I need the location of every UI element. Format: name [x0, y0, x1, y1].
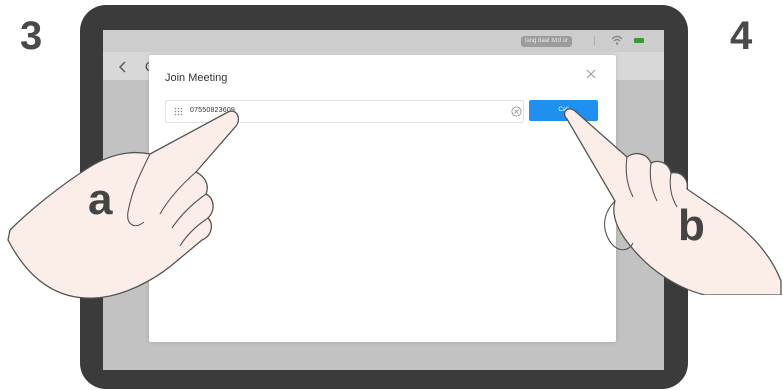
pointing-hand-b — [563, 108, 782, 295]
hand-label-a: a — [88, 175, 113, 224]
clear-input-icon[interactable] — [511, 106, 522, 117]
back-arrow-icon[interactable] — [117, 60, 129, 74]
step-number-4: 4 — [730, 14, 753, 58]
step-number-3: 3 — [20, 14, 43, 58]
status-bar: lang daat tvtd ur — [103, 30, 664, 52]
wifi-icon — [611, 35, 623, 45]
pointing-hand-a — [7, 110, 240, 299]
close-icon[interactable] — [585, 68, 597, 80]
status-chip: lang daat tvtd ur — [521, 36, 573, 47]
status-divider — [594, 36, 595, 46]
hand-label-b: b — [678, 201, 705, 250]
battery-icon — [634, 38, 644, 43]
dialog-title: Join Meeting — [165, 72, 228, 84]
